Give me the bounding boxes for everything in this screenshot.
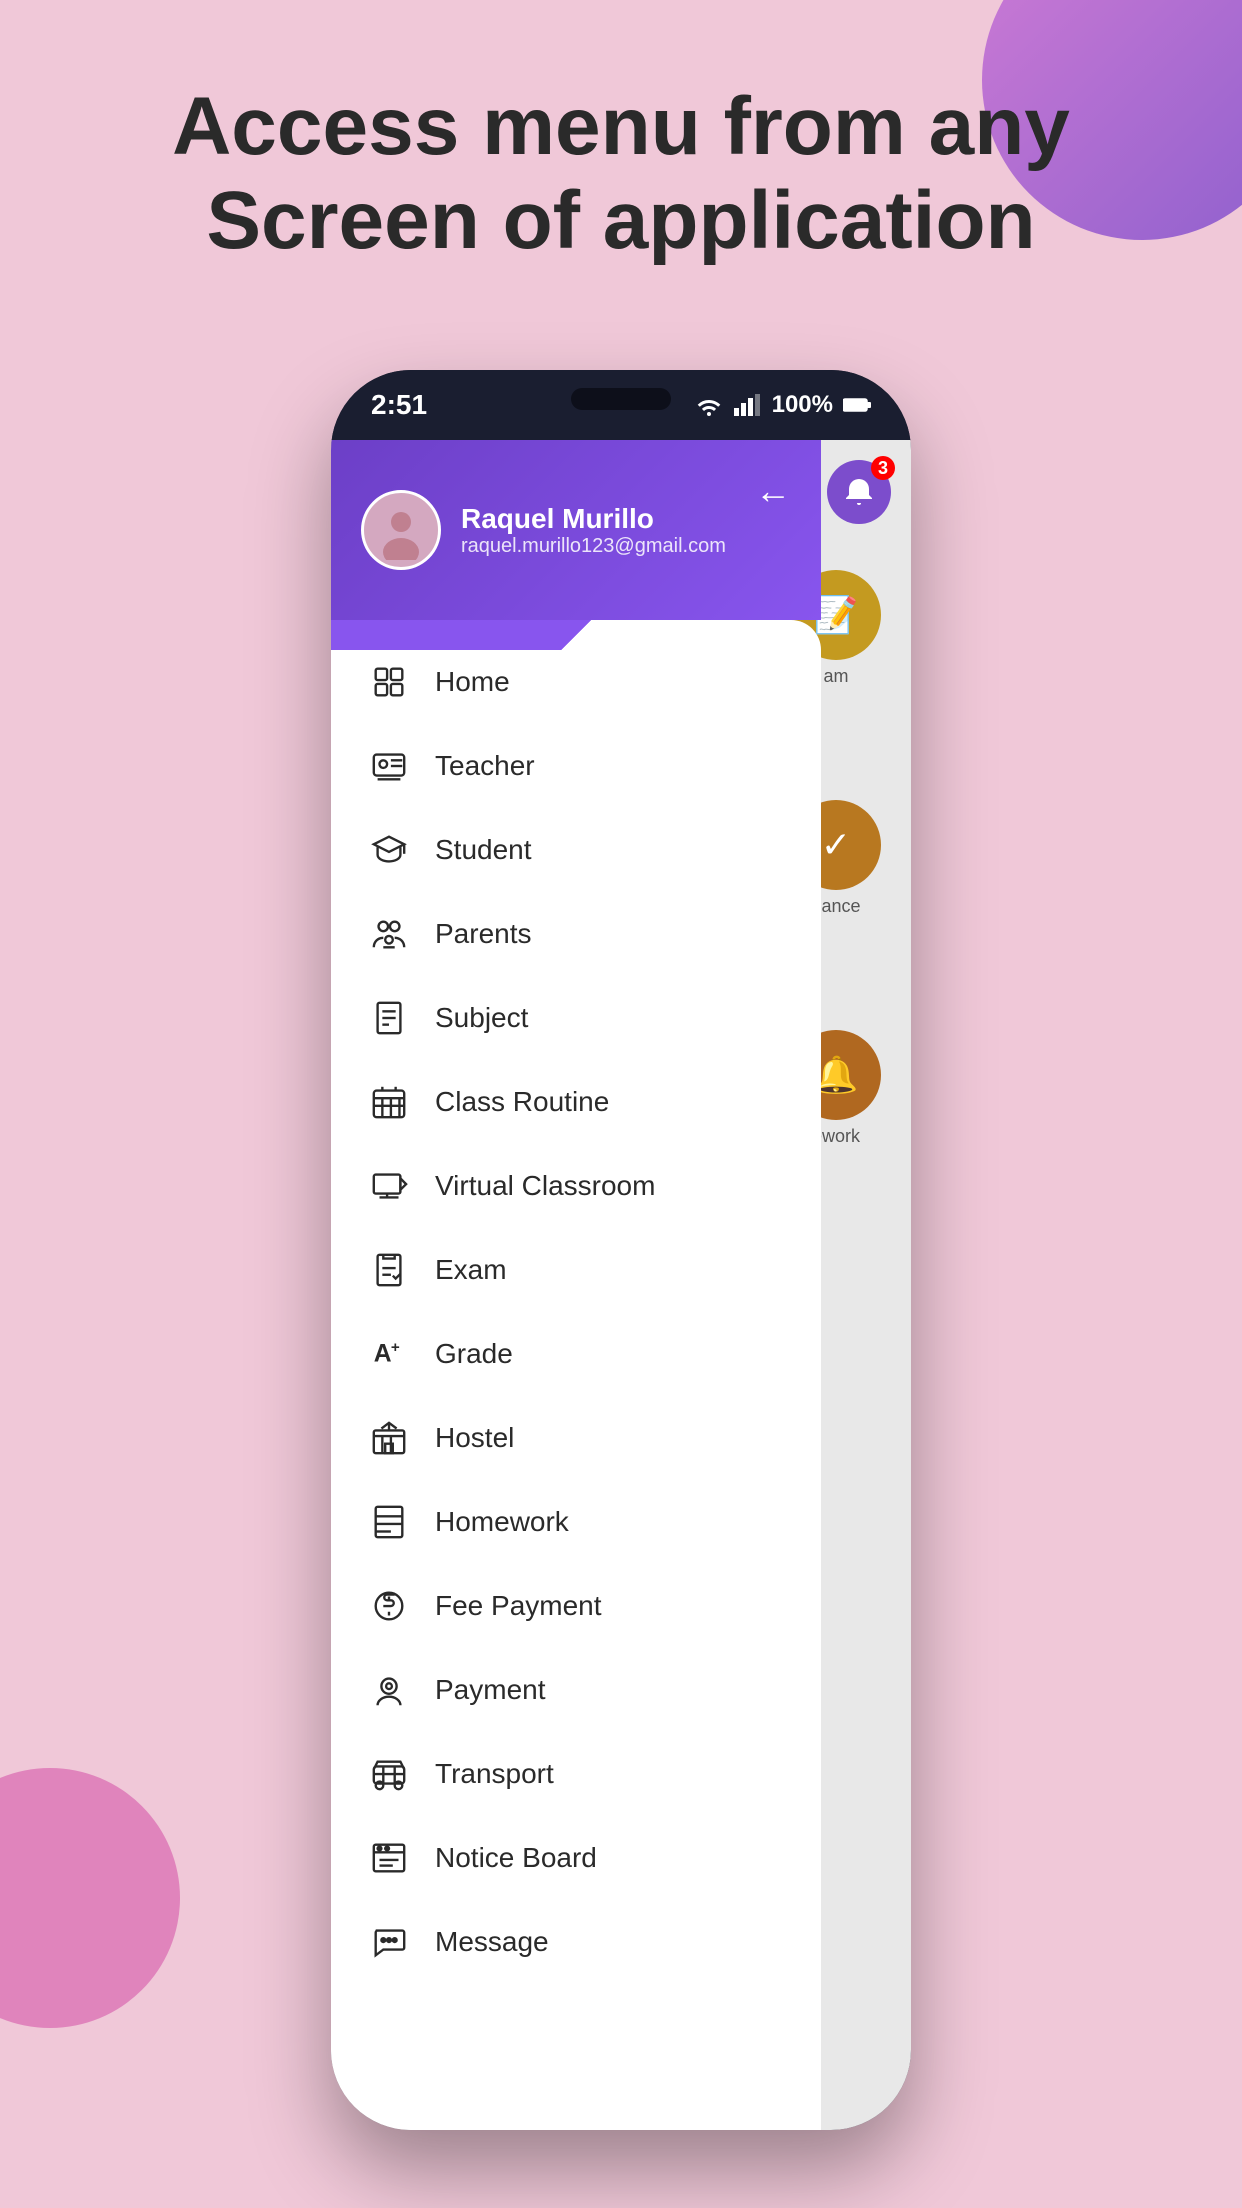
menu-item-notice-board[interactable]: Notice Board bbox=[331, 1816, 821, 1900]
phone-wrapper: 2:51 100% bbox=[331, 370, 911, 2130]
status-bar: 2:51 100% bbox=[331, 370, 911, 440]
menu-label-student: Student bbox=[435, 834, 532, 866]
menu-label-subject: Subject bbox=[435, 1002, 528, 1034]
menu-item-exam[interactable]: Exam bbox=[331, 1228, 821, 1312]
menu-label-virtual-classroom: Virtual Classroom bbox=[435, 1170, 655, 1202]
menu-label-message: Message bbox=[435, 1926, 549, 1958]
menu-label-fee-payment: Fee Payment bbox=[435, 1590, 602, 1622]
menu-item-grade[interactable]: A + Grade bbox=[331, 1312, 821, 1396]
avatar bbox=[361, 490, 441, 570]
blob-bottom-left bbox=[0, 1768, 180, 2028]
avatar-image bbox=[371, 500, 431, 560]
parents-icon bbox=[367, 912, 411, 956]
menu-label-class-routine: Class Routine bbox=[435, 1086, 609, 1118]
payment-icon bbox=[367, 1668, 411, 1712]
heading-line1: Access menu from any bbox=[80, 80, 1162, 174]
user-info: Raquel Murillo raquel.murillo123@gmail.c… bbox=[361, 490, 791, 570]
phone-frame: 2:51 100% bbox=[331, 370, 911, 2130]
menu-item-homework[interactable]: Homework bbox=[331, 1480, 821, 1564]
drawer-header: ← Raquel Murillo raquel.mu bbox=[331, 440, 821, 620]
user-details: Raquel Murillo raquel.murillo123@gmail.c… bbox=[461, 503, 726, 558]
menu-label-transport: Transport bbox=[435, 1758, 554, 1790]
menu-item-home[interactable]: Home bbox=[331, 640, 821, 724]
menu-label-grade: Grade bbox=[435, 1338, 513, 1370]
notification-bell[interactable]: 3 bbox=[827, 460, 891, 524]
hostel-icon bbox=[367, 1416, 411, 1460]
bell-icon bbox=[843, 476, 875, 508]
nav-drawer: ← Raquel Murillo raquel.mu bbox=[331, 440, 821, 2130]
back-button[interactable]: ← bbox=[755, 470, 791, 512]
svg-text:+: + bbox=[391, 1339, 400, 1356]
menu-item-class-routine[interactable]: Class Routine bbox=[331, 1060, 821, 1144]
menu-item-subject[interactable]: Subject bbox=[331, 976, 821, 1060]
menu-item-teacher[interactable]: Teacher bbox=[331, 724, 821, 808]
transport-icon bbox=[367, 1752, 411, 1796]
svg-text:A: A bbox=[374, 1341, 392, 1368]
menu-item-virtual-classroom[interactable]: Virtual Classroom bbox=[331, 1144, 821, 1228]
class-routine-icon bbox=[367, 1080, 411, 1124]
notch-pill bbox=[571, 388, 671, 410]
menu-item-transport[interactable]: Transport bbox=[331, 1732, 821, 1816]
status-time: 2:51 bbox=[371, 389, 427, 421]
battery-text: 100% bbox=[772, 391, 833, 419]
menu-item-payment[interactable]: Payment bbox=[331, 1648, 821, 1732]
header-text: Access menu from any Screen of applicati… bbox=[0, 80, 1242, 269]
menu-item-message[interactable]: Message bbox=[331, 1900, 821, 1984]
drawer-menu: Home Teacher bbox=[331, 620, 821, 2130]
battery-icon bbox=[843, 397, 871, 413]
menu-label-payment: Payment bbox=[435, 1674, 546, 1706]
menu-item-fee-payment[interactable]: Fee Payment bbox=[331, 1564, 821, 1648]
notice-board-icon bbox=[367, 1836, 411, 1880]
fee-payment-icon bbox=[367, 1584, 411, 1628]
phone-screen: 3 📝 am ✓ dance 🔔 ework ← bbox=[331, 440, 911, 2130]
menu-item-student[interactable]: Student bbox=[331, 808, 821, 892]
wifi-icon bbox=[694, 394, 724, 416]
signal-icon bbox=[734, 394, 762, 416]
virtual-classroom-icon bbox=[367, 1164, 411, 1208]
student-icon bbox=[367, 828, 411, 872]
notification-badge: 3 bbox=[871, 456, 895, 480]
homework-icon bbox=[367, 1500, 411, 1544]
heading-line2: Screen of application bbox=[80, 174, 1162, 268]
user-name: Raquel Murillo bbox=[461, 503, 726, 535]
menu-label-teacher: Teacher bbox=[435, 750, 535, 782]
menu-item-parents[interactable]: Parents bbox=[331, 892, 821, 976]
subject-icon bbox=[367, 996, 411, 1040]
message-icon bbox=[367, 1920, 411, 1964]
menu-label-home: Home bbox=[435, 666, 510, 698]
menu-label-parents: Parents bbox=[435, 918, 532, 950]
menu-item-hostel[interactable]: Hostel bbox=[331, 1396, 821, 1480]
home-icon bbox=[367, 660, 411, 704]
grade-icon: A + bbox=[367, 1332, 411, 1376]
teacher-icon bbox=[367, 744, 411, 788]
menu-label-hostel: Hostel bbox=[435, 1422, 514, 1454]
menu-label-notice-board: Notice Board bbox=[435, 1842, 597, 1874]
user-email: raquel.murillo123@gmail.com bbox=[461, 535, 726, 558]
menu-label-homework: Homework bbox=[435, 1506, 569, 1538]
menu-label-exam: Exam bbox=[435, 1254, 507, 1286]
exam-icon bbox=[367, 1248, 411, 1292]
status-icons: 100% bbox=[694, 391, 871, 419]
